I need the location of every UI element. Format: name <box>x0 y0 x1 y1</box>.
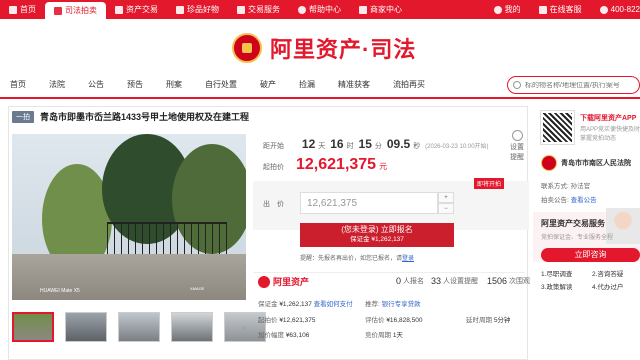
applicant-count: 0 人报名 <box>396 276 425 286</box>
thumbnail[interactable] <box>171 312 213 342</box>
view-announcement-link[interactable]: 查看公告 <box>571 197 597 204</box>
clock-icon <box>511 130 523 141</box>
nav-criminal[interactable]: 刑案 <box>166 79 182 90</box>
nav-bargains[interactable]: 捡漏 <box>299 79 315 90</box>
search-input[interactable] <box>525 81 635 89</box>
home-icon <box>9 5 17 14</box>
help-icon <box>298 5 306 14</box>
court-emblem-icon <box>232 33 262 63</box>
bank-loan-link[interactable]: 银行专享贷款 <box>382 301 421 308</box>
start-price-label: 起拍价 <box>263 164 284 171</box>
start-price-detail: 起拍价 ¥12,621,375 <box>258 317 316 324</box>
start-price-row: 起拍价 12,621,375 元 <box>263 156 388 173</box>
top-nav-bar: 首页 司法拍卖 资产交易 珍品好物 交易服务 帮助中心 商家中心 我的 在线客服… <box>0 0 640 19</box>
contact-row: 联系方式: 孙法官 <box>541 183 591 190</box>
flag-icon <box>237 5 245 14</box>
auction-round-badge: 一拍 <box>12 110 34 123</box>
deposit-row: 保证金 ¥1,262,137 查看如何支付 <box>258 301 353 308</box>
lot-main-photo[interactable]: HUAWEI Mate X5 XMAGE <box>12 134 246 300</box>
login-tip: 提醒：先报名再出价，如您已报名，请登录 <box>300 256 415 262</box>
brand-watermark: XMAGE <box>190 286 205 291</box>
thumbnail[interactable] <box>12 312 54 342</box>
thumbnail[interactable] <box>118 312 160 342</box>
how-to-pay-link[interactable]: 查看如何支付 <box>314 301 353 308</box>
app-download-title[interactable]: 下载阿里资产APP <box>580 113 636 123</box>
nav-failed-resale[interactable]: 流拍再买 <box>393 79 425 90</box>
top-nav-merchant[interactable]: 商家中心 <box>350 0 411 19</box>
app-download-desc: 用APP竞买便快捷及时掌握竞拍动态 <box>580 127 640 142</box>
eval-price-detail: 评估价 ¥16,828,500 <box>365 317 423 324</box>
thumbnail-strip <box>12 312 277 342</box>
site-logo[interactable]: 阿里资产·司法 <box>232 32 416 64</box>
cart-icon <box>115 5 123 14</box>
user-icon <box>493 5 502 14</box>
register-bid-button[interactable]: (您未登录) 立即报名 保证金 ¥1,262,137 <box>300 223 454 247</box>
chat-icon <box>538 5 547 14</box>
service-step: 1.尽职调查 <box>541 271 573 278</box>
increase-bid-button[interactable]: + <box>438 192 454 203</box>
upcoming-tag: 即将开拍 <box>474 178 505 189</box>
ali-asset-brand: 阿里资产 <box>258 275 309 288</box>
login-link[interactable]: 登录 <box>402 256 414 262</box>
phone-icon <box>599 5 608 14</box>
service-step: 3.政策解读 <box>541 284 573 291</box>
site-title: 阿里资产·司法 <box>270 37 417 62</box>
nav-home[interactable]: 首页 <box>10 79 26 90</box>
countdown-seconds: 09.5 <box>386 137 411 151</box>
bid-amount-input[interactable]: 12,621,375 <box>300 192 438 214</box>
nav-bankruptcy[interactable]: 破产 <box>260 79 276 90</box>
top-nav-help[interactable]: 帮助中心 <box>289 0 350 19</box>
store-icon <box>359 5 367 14</box>
app-qr-code <box>540 110 575 145</box>
countdown-hours: 16 <box>330 137 344 151</box>
start-time: (2026-03-23 10:00开始) <box>425 144 489 150</box>
bid-label: 出 价 <box>263 201 284 208</box>
increment-detail: 加价幅度 ¥63,106 <box>258 332 310 339</box>
nav-courts[interactable]: 法院 <box>49 79 65 90</box>
nav-divider <box>0 97 640 99</box>
service-step: 4.代办过户 <box>592 284 624 291</box>
recommend-row: 推荐: 银行专享贷款 <box>365 301 421 308</box>
countdown-label: 距开始 <box>263 143 284 150</box>
nav-precise-customers[interactable]: 精准获客 <box>338 79 370 90</box>
top-nav-services[interactable]: 交易服务 <box>228 0 289 19</box>
consult-now-button[interactable]: 立即咨询 <box>541 248 640 262</box>
delay-period-detail: 延时周期 5分钟 <box>466 317 511 324</box>
countdown-days: 12 <box>301 137 316 151</box>
search-icon[interactable] <box>513 81 521 89</box>
top-nav-home[interactable]: 首页 <box>0 0 45 19</box>
bid-period-detail: 竞价周期 1天 <box>365 332 403 339</box>
view-count: 1506 次围观 <box>487 276 531 286</box>
nav-announcements[interactable]: 公告 <box>88 79 104 90</box>
service-step: 2.咨询答疑 <box>592 271 624 278</box>
court-emblem-icon <box>541 155 557 171</box>
gem-icon <box>176 5 184 14</box>
top-nav-judicial-auction[interactable]: 司法拍卖 <box>45 2 106 19</box>
countdown: 距开始 12 天 16 时 15 分 09.5 秒 (2026-03-23 10:00开… <box>263 137 489 151</box>
set-reminder-button[interactable]: 设置 提醒 <box>509 130 525 162</box>
ali-logo-icon <box>258 275 270 288</box>
camera-watermark: HUAWEI Mate X5 <box>40 288 80 294</box>
hammer-icon <box>54 6 62 15</box>
nav-preview[interactable]: 预告 <box>127 79 143 90</box>
service-title: 阿里资产交易服务 <box>541 219 605 228</box>
reminder-count: 33 人设置提醒 <box>431 276 479 286</box>
lot-header: 一拍 青岛市即墨市岙兰路1433号甲土地使用权及在建工程 <box>12 110 249 123</box>
countdown-minutes: 15 <box>358 137 372 151</box>
lot-title: 青岛市即墨市岙兰路1433号甲土地使用权及在建工程 <box>40 112 250 122</box>
court-info[interactable]: 青岛市市南区人民法院 <box>541 155 631 171</box>
online-service-link[interactable]: 在线客服 <box>530 0 591 19</box>
start-price-value: 12,621,375 <box>296 156 377 173</box>
chevron-right-icon[interactable]: › <box>242 322 245 333</box>
search-box <box>507 76 640 94</box>
top-nav-treasures[interactable]: 珍品好物 <box>167 0 228 19</box>
my-account-link[interactable]: 我的 <box>485 0 530 19</box>
thumbnail[interactable] <box>65 312 107 342</box>
decrease-bid-button[interactable]: − <box>438 203 454 214</box>
top-nav-asset-trade[interactable]: 资产交易 <box>106 0 167 19</box>
nav-self-disposal[interactable]: 自行处置 <box>205 79 237 90</box>
announcement-row: 拍卖公告: 查看公告 <box>541 197 597 204</box>
service-desc: 竞拍保证金、专业服务全程 <box>541 235 614 241</box>
hotline: 400-822 <box>591 0 640 19</box>
